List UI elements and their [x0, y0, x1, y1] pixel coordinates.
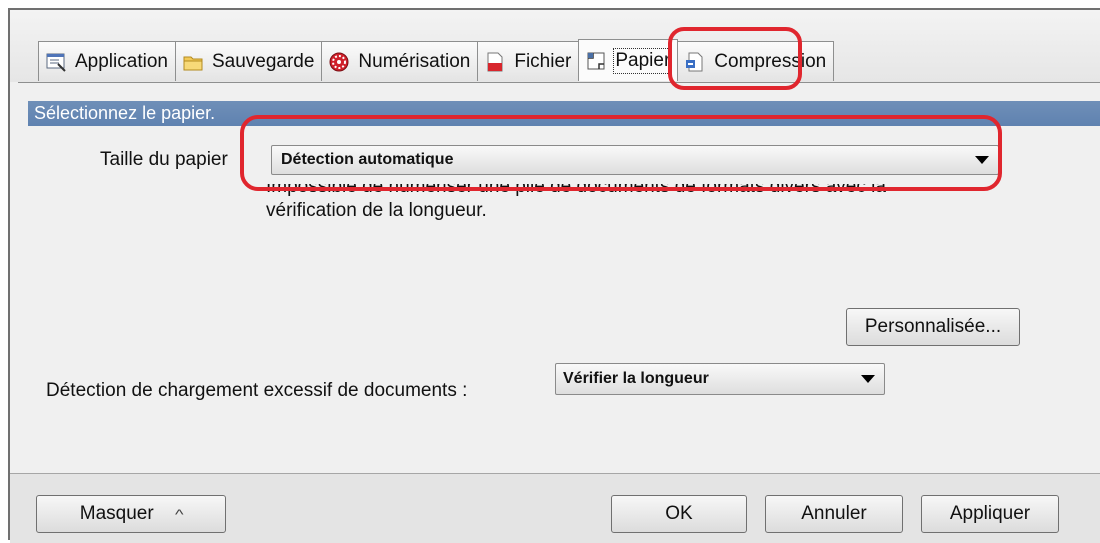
chevron-down-icon	[861, 375, 875, 383]
scan-icon	[328, 51, 350, 73]
tab-label: Numérisation	[358, 50, 471, 72]
paper-size-dropdown[interactable]: Détection automatique	[271, 145, 999, 175]
tab-papier[interactable]: Papier	[578, 39, 679, 81]
scan-settings-dialog: Application Sauvegarde Numérisation Fich…	[8, 8, 1100, 543]
overload-detection-label: Détection de chargement excessif de docu…	[46, 380, 468, 401]
note-line-2: vérification de la longueur.	[266, 200, 487, 221]
tab-label: Application	[75, 50, 168, 72]
file-icon	[484, 51, 506, 73]
folder-icon	[182, 51, 204, 73]
tab-bar: Application Sauvegarde Numérisation Fich…	[10, 10, 1100, 82]
paper-size-label: Taille du papier	[100, 149, 228, 170]
application-icon	[45, 51, 67, 73]
tab-label: Compression	[714, 50, 827, 72]
tab-label: Fichier	[514, 50, 572, 72]
dialog-footer: Masquer ^ OK Annuler Appliquer	[10, 473, 1100, 543]
ok-button[interactable]: OK	[611, 495, 747, 533]
tab-label: Sauvegarde	[211, 50, 315, 72]
tab-fichier[interactable]: Fichier	[477, 41, 580, 81]
chevron-down-icon	[975, 156, 989, 164]
paper-size-value: Détection automatique	[281, 151, 454, 168]
paper-settings-panel: Sélectionnez le papier. Taille du papier…	[18, 82, 1100, 473]
paper-size-note: Impossible de numériser une pile de docu…	[266, 184, 1026, 223]
tab-numerisation[interactable]: Numérisation	[321, 41, 479, 81]
section-header: Sélectionnez le papier.	[28, 101, 1100, 126]
hide-button[interactable]: Masquer ^	[36, 495, 226, 533]
overload-detection-dropdown[interactable]: Vérifier la longueur	[555, 363, 885, 395]
tab-sauvegarde[interactable]: Sauvegarde	[174, 41, 323, 81]
compression-icon	[684, 51, 706, 73]
tab-label: Papier	[613, 47, 673, 74]
chevron-up-icon: ^	[174, 506, 184, 522]
note-line-1: Impossible de numériser une pile de docu…	[266, 184, 886, 197]
hide-button-label: Masquer	[79, 503, 154, 524]
custom-size-button[interactable]: Personnalisée...	[846, 308, 1020, 346]
tab-application[interactable]: Application	[38, 41, 176, 81]
overload-detection-value: Vérifier la longueur	[563, 370, 709, 387]
cancel-button[interactable]: Annuler	[765, 495, 903, 533]
tab-list: Application Sauvegarde Numérisation Fich…	[38, 39, 835, 83]
apply-button[interactable]: Appliquer	[921, 495, 1059, 533]
paper-icon	[585, 50, 607, 72]
tab-compression[interactable]: Compression	[677, 41, 835, 81]
